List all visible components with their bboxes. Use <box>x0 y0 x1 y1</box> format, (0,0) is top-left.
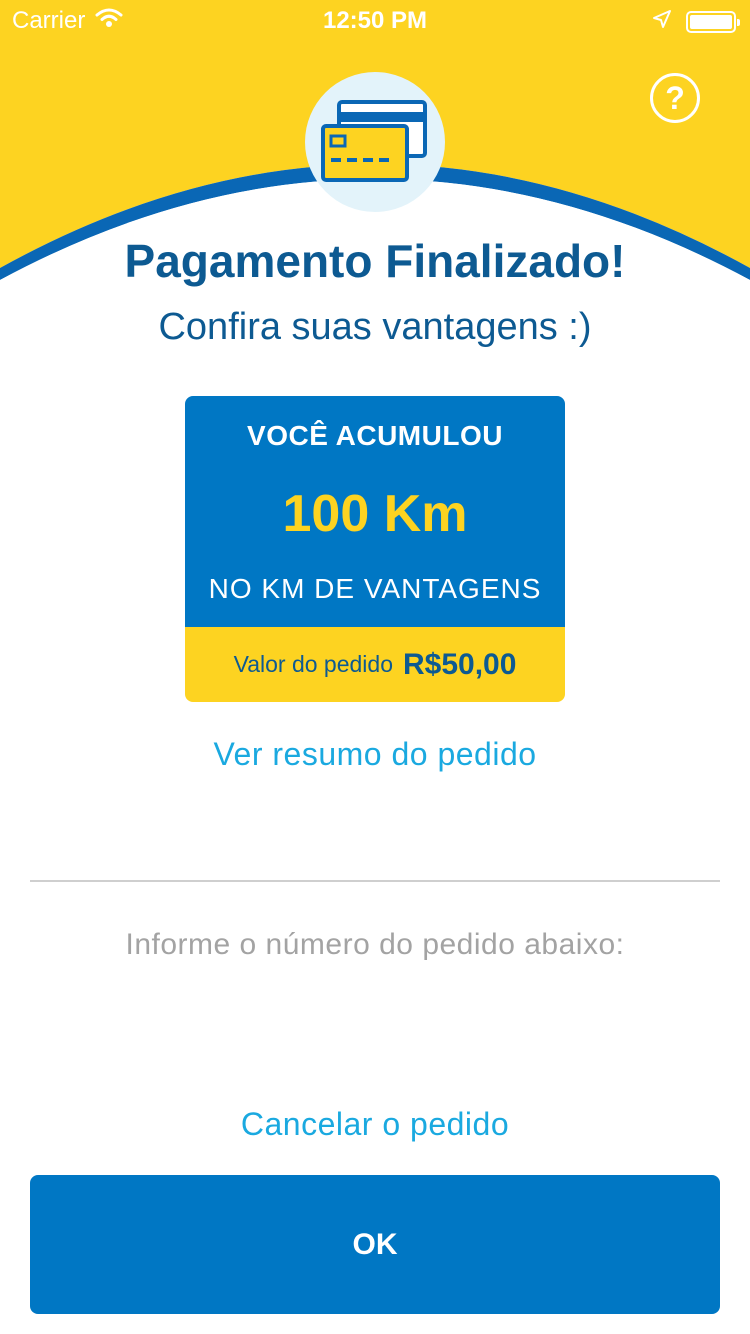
status-right <box>652 8 740 36</box>
reward-heading: VOCÊ ACUMULOU <box>247 420 503 451</box>
help-icon: ? <box>665 79 685 116</box>
cancel-order-link[interactable]: Cancelar o pedido <box>0 1106 750 1143</box>
credit-card-icon <box>321 100 427 182</box>
reward-program: NO KM DE VANTAGENS <box>208 573 542 604</box>
battery-icon <box>686 11 740 33</box>
order-value-row: Valor do pedido R$50,00 <box>185 627 565 702</box>
reward-card: VOCÊ ACUMULOU 100 Km NO KM DE VANTAGENS … <box>185 396 565 702</box>
location-arrow-icon <box>652 8 672 36</box>
help-button[interactable]: ? <box>650 73 700 123</box>
order-number-input[interactable] <box>30 812 720 882</box>
ok-button[interactable]: OK <box>30 1175 720 1314</box>
payment-card-badge <box>305 72 445 212</box>
order-value: R$50,00 <box>402 647 517 681</box>
page-subtitle: Confira suas vantagens :) <box>158 306 592 348</box>
reward-card-top: VOCÊ ACUMULOU 100 Km NO KM DE VANTAGENS <box>185 396 565 627</box>
status-bar: Carrier 12:50 PM <box>0 0 750 40</box>
view-order-summary-link[interactable]: Ver resumo do pedido <box>0 736 750 773</box>
reward-amount: 100 Km <box>282 485 468 543</box>
status-time: 12:50 PM <box>322 7 428 34</box>
page-title: Pagamento Finalizado! <box>124 235 626 287</box>
order-number-hint: Informe o número do pedido abaixo: <box>125 928 625 961</box>
order-value-label: Valor do pedido <box>233 651 393 677</box>
